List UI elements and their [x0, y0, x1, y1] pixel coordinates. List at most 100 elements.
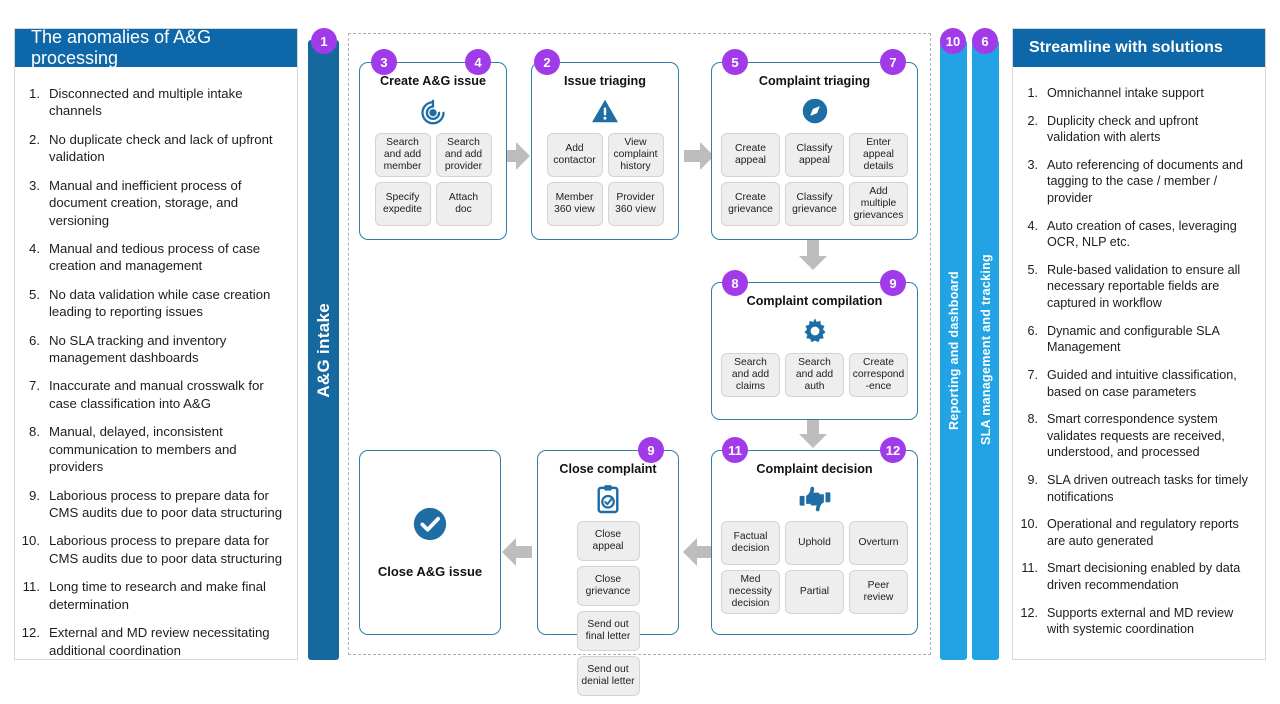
complaint-decision-chip[interactable]: Overturn [849, 521, 908, 566]
anomalies-panel-title: The anomalies of A&G processing [15, 27, 297, 68]
badge-close-complaint-9: 9 [638, 437, 664, 463]
anomaly-item-number: 11. [22, 579, 40, 595]
issue-triaging-chip[interactable]: View complaint history [607, 133, 664, 178]
complaint-triaging-chip[interactable]: Classify appeal [785, 133, 844, 178]
anomaly-item-number: 4. [29, 240, 40, 256]
bar-reporting-dashboard-label: Reporting and dashboard [946, 270, 961, 430]
solution-item: 6. Dynamic and configurable SLA Managemen… [1019, 323, 1251, 356]
solution-item: 8. Smart correspondence system validates … [1019, 411, 1251, 461]
anomaly-item-text: No duplicate check and lack of upfront v… [49, 131, 273, 165]
create-ag-issue-chip[interactable]: Search and add member [374, 133, 431, 178]
warning-icon [532, 96, 678, 126]
anomaly-item-number: 8. [29, 424, 40, 440]
close-complaint-chip[interactable]: Close appeal [576, 521, 640, 562]
anomaly-item: 12. External and MD review necessitating … [21, 624, 283, 659]
complaint-decision-chip[interactable]: Med necessity decision [721, 570, 780, 615]
anomaly-item-number: 7. [29, 378, 40, 394]
badge-complaint-decision-12: 12 [880, 437, 906, 463]
solution-item-number: 4. [1027, 218, 1038, 233]
anomaly-item-text: Inaccurate and manual crosswalk for case… [49, 378, 264, 411]
badge-intake: 1 [311, 28, 337, 54]
anomaly-item: 11. Long time to research and make final … [21, 578, 283, 613]
thumbs-icon [712, 484, 917, 514]
card-close-complaint[interactable]: Close complaint Close appeal Close grieva… [537, 450, 679, 697]
solution-item-text: Auto creation of cases, leveraging OCR, … [1047, 218, 1237, 250]
anomaly-item: 6. No SLA tracking and inventory manageme… [21, 332, 283, 367]
card-complaint-triaging-title: Complaint triaging [758, 74, 871, 88]
solutions-list: 1. Omnichannel intake support 2. Duplicity … [1013, 67, 1265, 638]
arrow-compilation-to-decision [799, 418, 827, 448]
solution-item-number: 8. [1027, 412, 1038, 427]
complaint-triaging-chip[interactable]: Create appeal [721, 133, 780, 178]
complaint-compilation-chip[interactable]: Search and add claims [721, 353, 780, 398]
chip-grid-issue-triaging: Add contactor View complaint history Membe… [532, 126, 678, 234]
anomaly-item-number: 3. [29, 177, 40, 193]
arrow-issue-to-complaint [684, 142, 714, 170]
create-ag-issue-chip[interactable]: Search and add provider [435, 133, 492, 178]
badge-create-issue-4: 4 [465, 49, 491, 75]
solution-item: 5. Rule-based validation to ensure all ne… [1019, 262, 1251, 312]
card-close-ag-issue[interactable]: Close A&G issue [359, 450, 501, 635]
gear-icon [712, 316, 917, 346]
complaint-triaging-chip[interactable]: Enter appeal details [849, 133, 908, 178]
complaint-decision-chip[interactable]: Factual decision [721, 521, 780, 566]
anomaly-item-text: Laborious process to prepare data for CM… [49, 487, 283, 521]
card-create-ag-issue[interactable]: Create A&G issue Search and add member Se… [359, 62, 507, 240]
anomaly-item: 2. No duplicate check and lack of upfront… [21, 131, 283, 166]
solution-item-text: Rule-based validation to ensure all nece… [1047, 262, 1241, 311]
badge-complaint-compilation-8: 8 [722, 270, 748, 296]
issue-triaging-chip[interactable]: Add contactor [546, 133, 603, 178]
complaint-compilation-chip[interactable]: Search and add auth [785, 353, 844, 398]
solution-item-text: Duplicity check and upfront validation w… [1047, 113, 1199, 145]
card-issue-triaging[interactable]: Issue triaging Add contactor View complai… [531, 62, 679, 240]
card-complaint-compilation[interactable]: Complaint compilation Search and add cla… [711, 282, 918, 420]
badge-issue-triaging-2: 2 [534, 49, 560, 75]
compass-icon [712, 96, 917, 126]
close-complaint-chip[interactable]: Send out denial letter [576, 656, 640, 697]
solution-item-text: Omnichannel intake support [1047, 86, 1204, 100]
anomaly-item-text: Laborious process to prepare data for CM… [49, 533, 283, 566]
solution-item-text: Smart correspondence system validates re… [1047, 412, 1225, 460]
close-complaint-chip[interactable]: Close grievance [576, 566, 640, 607]
badge-sla: 6 [972, 28, 998, 54]
solution-item-number: 11. [1021, 561, 1038, 576]
solution-item-text: SLA driven outreach tasks for timely not… [1047, 472, 1248, 504]
card-complaint-compilation-title: Complaint compilation [746, 294, 883, 308]
card-complaint-decision-title: Complaint decision [756, 462, 873, 476]
solution-item-number: 9. [1027, 472, 1038, 487]
solutions-panel-title: Streamline with solutions [1013, 29, 1265, 67]
chip-grid-close-complaint: Close appeal Close grievance Send out fina… [538, 514, 678, 704]
complaint-decision-chip[interactable]: Uphold [785, 521, 844, 566]
anomaly-item-number: 12. [21, 625, 40, 641]
close-complaint-chip[interactable]: Send out final letter [576, 611, 640, 652]
solution-item: 3. Auto referencing of documents and tagg… [1019, 157, 1251, 207]
issue-triaging-chip[interactable]: Provider 360 view [607, 182, 664, 227]
chip-grid-complaint-triaging: Create appeal Classify appeal Enter appeal… [712, 126, 917, 234]
complaint-compilation-chip[interactable]: Create correspond -ence [849, 353, 908, 398]
anomaly-item: 5. No data validation while case creation… [21, 286, 283, 321]
issue-triaging-chip[interactable]: Member 360 view [546, 182, 603, 227]
complaint-decision-chip[interactable]: Partial [785, 570, 844, 615]
create-ag-issue-chip[interactable]: Specify expedite [374, 182, 431, 227]
badge-complaint-decision-11: 11 [722, 437, 748, 463]
anomaly-item: 7. Inaccurate and manual crosswalk for ca… [21, 377, 283, 412]
solution-item-number: 3. [1027, 157, 1038, 172]
complaint-triaging-chip[interactable]: Create grievance [721, 182, 780, 227]
solution-item: 4. Auto creation of cases, leveraging OCR… [1019, 218, 1251, 251]
anomaly-item: 8. Manual, delayed, inconsistent communic… [21, 423, 283, 475]
solution-item-number: 12. [1020, 605, 1038, 620]
solution-item: 1. Omnichannel intake support [1019, 85, 1251, 102]
create-ag-issue-chip[interactable]: Attach doc [435, 182, 492, 227]
anomaly-item: 4. Manual and tedious process of case cre… [21, 240, 283, 275]
card-complaint-triaging[interactable]: Complaint triaging Create appeal Classify… [711, 62, 918, 240]
badge-create-issue-3: 3 [371, 49, 397, 75]
card-issue-triaging-title: Issue triaging [564, 74, 646, 88]
complaint-triaging-chip[interactable]: Add multiple grievances [849, 182, 908, 227]
card-complaint-decision[interactable]: Complaint decision Factual decision Uphol… [711, 450, 918, 635]
complaint-decision-chip[interactable]: Peer review [849, 570, 908, 615]
solution-item-number: 10. [1020, 517, 1038, 532]
solution-item-number: 2. [1027, 113, 1038, 128]
complaint-triaging-chip[interactable]: Classify grievance [785, 182, 844, 227]
chip-grid-complaint-compilation: Search and add claims Search and add auth… [712, 346, 917, 405]
bar-sla-management-label: SLA management and tracking [978, 254, 993, 446]
